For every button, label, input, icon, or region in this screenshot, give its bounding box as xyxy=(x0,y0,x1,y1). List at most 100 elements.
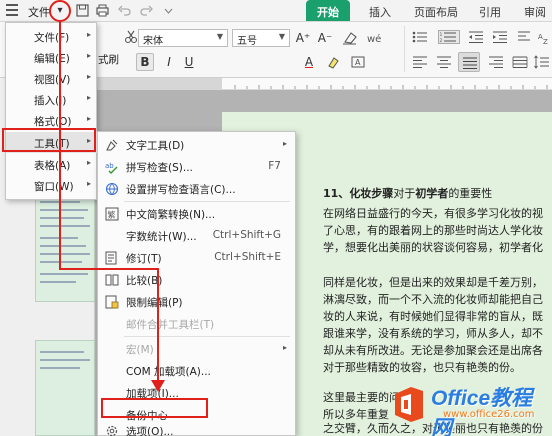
hamburger-icon[interactable] xyxy=(6,4,18,16)
format-painter-label[interactable]: 式刷 xyxy=(98,52,119,67)
italic-button[interactable]: I xyxy=(160,53,178,71)
bold-button[interactable]: B xyxy=(136,53,154,71)
menu-item-restrict-editing[interactable]: 限制编辑(P) xyxy=(98,291,295,313)
print-icon[interactable] xyxy=(96,4,109,17)
tab-review[interactable]: 审阅 xyxy=(518,0,552,21)
heading-number: 11、 xyxy=(323,187,350,200)
document-line: 学，想要化出美丽的状容谈何容易，初学者化 xyxy=(323,241,543,254)
callout-tools-box xyxy=(2,128,96,152)
underline-button[interactable]: U xyxy=(180,53,198,71)
chevron-right-icon: ▸ xyxy=(86,51,91,60)
menu-item-label: 窗口(W) xyxy=(34,181,74,193)
page-thumbnail[interactable] xyxy=(35,340,95,436)
menu-item-shortcut: F7 xyxy=(268,160,281,172)
bullets-icon[interactable] xyxy=(412,30,430,44)
thumbnail-text-line xyxy=(40,351,84,353)
menu-item-edit[interactable]: 编辑(E) ▸ xyxy=(6,47,98,68)
sort-icon[interactable]: AZ xyxy=(538,30,552,44)
document-line: 跟谁来学，没有系统的学习，师从多人，却不 xyxy=(323,327,543,340)
menu-item-text-tools[interactable]: 文字工具(D) ▸ xyxy=(98,134,295,156)
menu-item-word-count[interactable]: 字数统计(W)... Ctrl+Shift+G xyxy=(98,225,295,247)
menu-item-shortcut: Ctrl+Shift+E xyxy=(214,251,281,263)
chinese-layout-icon[interactable] xyxy=(516,30,532,44)
chevron-right-icon: ▸ xyxy=(86,72,91,81)
cut-icon[interactable] xyxy=(124,30,138,44)
phonetic-guide-icon[interactable]: wén xyxy=(366,31,382,45)
menu-item-label: 限制编辑(P) xyxy=(126,297,183,309)
menu-item-compare[interactable]: 比较(B) xyxy=(98,269,295,291)
spellcheck-icon: ab xyxy=(105,162,118,174)
align-center-icon[interactable] xyxy=(436,55,452,69)
thumbnail-text-line xyxy=(40,253,90,255)
line-spacing-icon[interactable] xyxy=(534,55,550,69)
file-menu-label[interactable]: 文件 xyxy=(28,4,50,20)
options-icon xyxy=(106,425,118,436)
save-icon[interactable] xyxy=(76,4,89,17)
distributed-align-icon[interactable] xyxy=(512,55,528,69)
menu-item-file[interactable]: 文件(F) ▸ xyxy=(6,26,98,47)
callout-dropdown-circle xyxy=(49,0,71,22)
svg-text:Z: Z xyxy=(543,38,548,44)
font-size-select[interactable]: 五号 ▼ xyxy=(232,29,290,47)
page-thumbnail[interactable] xyxy=(35,190,95,302)
customize-qat-icon[interactable] xyxy=(162,4,175,17)
char-border-icon[interactable]: A xyxy=(350,55,366,69)
font-color-button[interactable]: A xyxy=(300,53,318,71)
align-left-icon[interactable] xyxy=(412,55,428,69)
menu-item-spell-language[interactable]: 设置拼写检查语言(C)... xyxy=(98,178,295,200)
thumbnail-text-line xyxy=(40,209,88,211)
thumbnail-text-line xyxy=(40,281,76,283)
numbering-icon[interactable]: 12 xyxy=(438,30,460,44)
menu-item-table[interactable]: 表格(A) ▸ xyxy=(6,154,98,175)
menu-item-spellcheck[interactable]: ab 拼写检查(S)... F7 xyxy=(98,156,295,178)
menu-item-options[interactable]: 选项(O)... xyxy=(98,423,295,436)
decrease-indent-icon[interactable] xyxy=(468,30,484,44)
thumbnail-text-line xyxy=(40,359,90,361)
align-right-icon[interactable] xyxy=(488,55,504,69)
menu-item-macro[interactable]: 宏(M) ▸ xyxy=(98,338,295,360)
thumbnail-text-line xyxy=(40,217,84,219)
menu-item-label: COM 加载项(A)... xyxy=(126,366,211,378)
grow-font-button[interactable]: A⁺ xyxy=(294,29,312,47)
thumbnail-text-line xyxy=(40,261,82,263)
menu-item-insert[interactable]: 插入(I) ▸ xyxy=(6,89,98,110)
menu-item-mail-merge-toolbar[interactable]: 邮件合并工具栏(T) xyxy=(98,313,295,335)
increase-indent-icon[interactable] xyxy=(492,30,508,44)
document-line: 在网络日益盛行的今天，有很多学习化妆的视 xyxy=(323,207,543,220)
menu-item-label: 文件(F) xyxy=(34,32,70,44)
clear-format-icon[interactable] xyxy=(342,31,358,45)
chevron-right-icon: ▸ xyxy=(86,114,91,123)
menu-item-window[interactable]: 窗口(W) ▸ xyxy=(6,175,98,196)
callout-arrow-head-icon xyxy=(151,380,165,392)
horizontal-ruler[interactable] xyxy=(95,78,552,90)
undo-icon[interactable] xyxy=(118,4,131,17)
font-size-value: 五号 xyxy=(237,36,257,47)
tab-page-layout[interactable]: 页面布局 xyxy=(410,0,462,21)
shrink-font-button[interactable]: A⁻ xyxy=(316,29,334,47)
tab-references[interactable]: 引用 xyxy=(472,0,508,21)
menu-item-track-changes[interactable]: 修订(T) Ctrl+Shift+E xyxy=(98,247,295,269)
svg-text:ab: ab xyxy=(105,162,114,170)
chevron-right-icon: ▸ xyxy=(86,30,91,39)
menu-item-label: 编辑(E) xyxy=(34,53,70,65)
align-justify-button[interactable] xyxy=(458,52,480,72)
thumbnail-text-line xyxy=(40,225,90,227)
grow-font-icon: A⁺ xyxy=(295,31,311,45)
menu-item-label: 拼写检查(S)... xyxy=(126,162,193,174)
tab-insert[interactable]: 插入 xyxy=(360,0,400,21)
menu-item-com-addins[interactable]: COM 加载项(A)... xyxy=(98,360,295,382)
tab-home[interactable]: 开始 xyxy=(306,0,350,21)
heading-end-text: 的重要性 xyxy=(448,187,493,200)
menu-item-view[interactable]: 视图(V) ▸ xyxy=(6,68,98,89)
restrict-icon xyxy=(105,295,119,309)
revision-icon xyxy=(105,251,117,265)
document-line: 妆的人来说，有时候她们显得非常的盲从，既 xyxy=(323,310,543,323)
highlight-icon[interactable] xyxy=(326,55,342,69)
thumbnail-text-line xyxy=(40,367,80,369)
menu-item-chinese-convert[interactable]: 繁 中文简繁转换(N)... xyxy=(98,203,295,225)
font-name-select[interactable]: 宋体 ▼ xyxy=(138,29,228,47)
document-heading: 11、化妆步骤对于初学者的重要性 xyxy=(323,187,552,201)
redo-icon[interactable] xyxy=(140,4,153,17)
heading-bold-text-2: 初学者 xyxy=(415,187,449,200)
callout-backup-center-box xyxy=(101,398,208,418)
